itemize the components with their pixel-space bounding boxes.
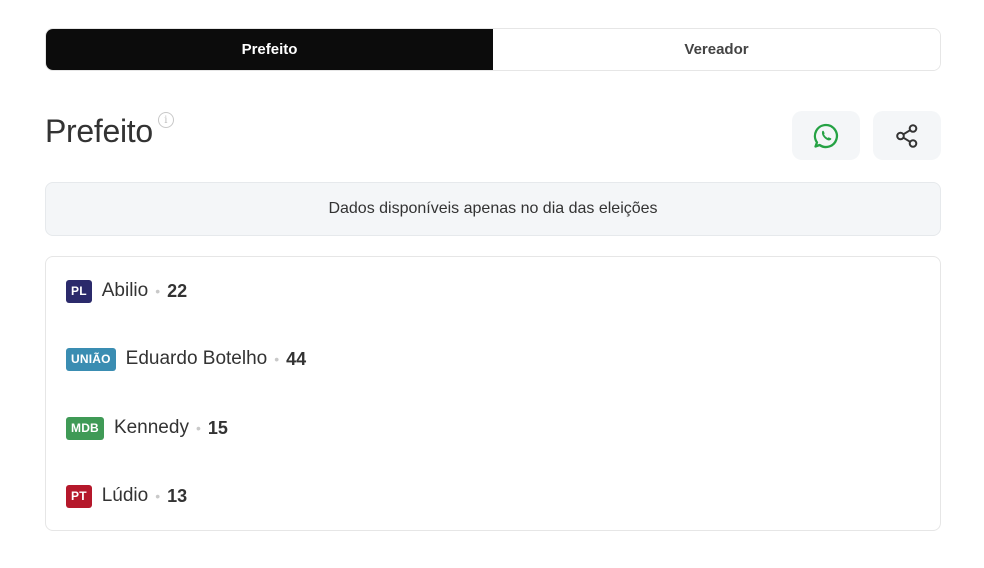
candidate-number: 13 <box>167 485 188 506</box>
candidate-row[interactable]: UNIÃO Eduardo Botelho • 44 <box>66 344 306 374</box>
candidate-name: Kennedy <box>113 417 189 438</box>
candidate-row[interactable]: MDB Kennedy • 15 <box>66 413 228 443</box>
separator-dot: • <box>274 351 280 367</box>
share-button[interactable] <box>873 111 941 160</box>
candidate-list: PL Abilio • 22 UNIÃO Eduardo Botelho • 4… <box>45 256 941 531</box>
candidate-row[interactable]: PL Abilio • 22 <box>66 276 187 306</box>
whatsapp-share-button[interactable] <box>792 111 860 160</box>
candidate-row[interactable]: PT Lúdio • 13 <box>66 481 187 511</box>
candidate-number: 44 <box>286 348 307 369</box>
title-row: Prefeito i <box>45 108 174 154</box>
info-icon[interactable]: i <box>157 112 174 128</box>
separator-dot: • <box>195 420 201 436</box>
tab-vereador[interactable]: Vereador <box>493 29 940 70</box>
tab-prefeito[interactable]: Prefeito <box>46 29 493 70</box>
page-title: Prefeito <box>45 113 153 149</box>
party-badge: PL <box>66 279 92 303</box>
candidate-name: Abilio <box>101 280 149 301</box>
candidate-name: Lúdio <box>101 485 149 506</box>
candidate-number: 22 <box>167 280 188 301</box>
party-badge: MDB <box>66 416 104 440</box>
data-availability-notice: Dados disponíveis apenas no dia das elei… <box>45 182 941 236</box>
candidate-number: 15 <box>207 417 228 438</box>
whatsapp-icon <box>813 123 839 148</box>
candidate-name: Eduardo Botelho <box>125 348 268 369</box>
party-badge: UNIÃO <box>66 347 116 371</box>
party-badge: PT <box>66 484 92 508</box>
share-icon <box>896 123 918 148</box>
separator-dot: • <box>155 488 161 504</box>
separator-dot: • <box>155 283 161 299</box>
office-tabs: Prefeito Vereador <box>45 28 941 71</box>
